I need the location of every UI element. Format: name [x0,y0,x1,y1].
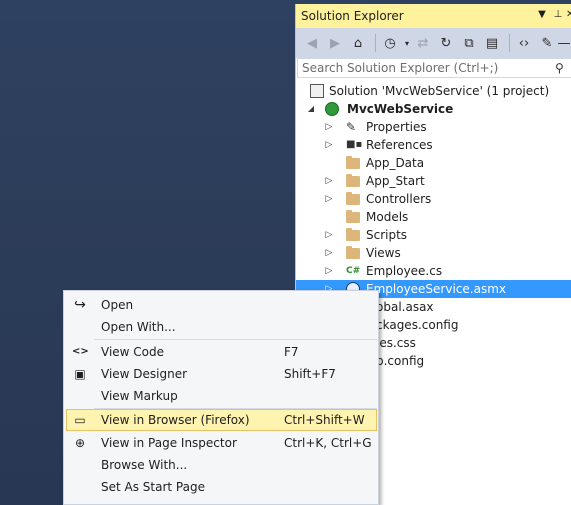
folder-icon [346,210,360,223]
tree-item-app-start[interactable]: ▷ App_Start [296,172,571,190]
search-placeholder: Search Solution Explorer (Ctrl+;) [302,61,499,75]
context-menu: ↪ Open Open With... <> View Code F7 ▣ Vi… [63,290,379,505]
tree-item-label: References [366,138,433,152]
browser-icon: ▭ [74,413,86,427]
forward-icon[interactable]: ▶ [325,33,345,53]
tree-item-label: obal.asax [376,300,434,314]
menu-item-label: Open [101,298,134,312]
dropdown-icon[interactable]: ▼ [535,8,549,22]
menu-item-view-markup[interactable]: View Markup [66,385,377,407]
tree-item-models[interactable]: Models [296,208,571,226]
properties-wrench-icon[interactable]: ✎ [537,33,557,53]
expand-arrow-icon[interactable]: ▷ [324,226,334,244]
tree-item-scripts[interactable]: ▷ Scripts [296,226,571,244]
panel-title: Solution Explorer [301,9,404,23]
menu-item-label: Set As Start Page [101,480,205,494]
menu-item-shortcut: Ctrl+K, Ctrl+G [284,436,372,450]
toolbar-divider [509,34,510,52]
search-box[interactable]: Search Solution Explorer (Ctrl+;) ⚲ [297,58,571,78]
menu-item-shortcut: Ctrl+Shift+W [284,413,365,427]
collapse-arrow-icon[interactable]: ◢ [306,100,316,118]
tree-item-label: Properties [366,120,427,134]
tree-item-references[interactable]: ▷ ■▪ References [296,136,571,154]
tree-item-label: Scripts [366,228,408,242]
folder-icon [346,156,360,169]
menu-item-view-code[interactable]: <> View Code F7 [66,341,377,363]
tree-item-label: Controllers [366,192,432,206]
tree-item-label: EmployeeService.asmx [366,282,506,296]
menu-item-view-in-page-inspector[interactable]: ⊕ View in Page Inspector Ctrl+K, Ctrl+G [66,432,377,454]
sync-icon[interactable]: ⇄ [413,33,433,53]
chevron-down-icon[interactable]: ▾ [403,33,411,53]
expand-arrow-icon[interactable]: ▷ [324,172,334,190]
menu-item-open-with[interactable]: Open With... [66,316,377,338]
menu-item-view-designer[interactable]: ▣ View Designer Shift+F7 [66,363,377,385]
menu-separator [94,339,377,340]
view-code-icon[interactable]: ‹› [514,33,534,53]
tree-item-label: App_Start [366,174,425,188]
tree-item-controllers[interactable]: ▷ Controllers [296,190,571,208]
minus-icon[interactable]: — [558,33,571,53]
tree-item-label: Solution 'MvcWebService' (1 project) [329,84,550,98]
tree-item-label: Views [366,246,401,260]
toolbar-divider [375,34,376,52]
expand-arrow-icon[interactable]: ▷ [324,262,334,280]
folder-icon [346,192,360,205]
solution-explorer-toolbar: ◀ ▶ ⌂ ◷ ▾ ⇄ ↻ ⧉ ▤ ‹› ✎ — [296,28,571,58]
tree-item-label: MvcWebService [347,102,454,116]
menu-item-label: Open With... [101,320,176,334]
menu-item-label: View Designer [101,367,188,381]
solution-explorer-title-bar: Solution Explorer ▼ ⊥ ✕ [296,4,571,28]
menu-item-open[interactable]: ↪ Open [66,294,377,316]
designer-icon: ▣ [74,367,86,381]
menu-item-label: Browse With... [101,458,188,472]
tree-item-label: ckages.config [376,318,459,332]
tree-item-app-data[interactable]: App_Data [296,154,571,172]
menu-item-view-in-browser[interactable]: ▭ View in Browser (Firefox) Ctrl+Shift+W [66,409,377,431]
menu-item-label: View Markup [101,389,178,403]
folder-icon [346,228,360,241]
folder-icon [346,246,360,259]
search-icon[interactable]: ⚲ [555,61,571,75]
back-icon[interactable]: ◀ [302,33,322,53]
menu-item-label: View in Page Inspector [101,436,237,450]
collapse-all-icon[interactable]: ⧉ [459,33,479,53]
menu-item-label: View Code [101,345,165,359]
tree-item-project[interactable]: ◢ MvcWebService [296,100,571,118]
close-icon[interactable]: ✕ [566,8,571,22]
refresh-icon[interactable]: ↻ [436,33,456,53]
pin-icon[interactable]: ⊥ [551,8,565,22]
tree-item-label: b.config [376,354,425,368]
menu-item-shortcut: F7 [284,345,299,359]
tree-item-views[interactable]: ▷ Views [296,244,571,262]
menu-item-set-as-start-page[interactable]: Set As Start Page [66,476,377,498]
wrench-icon: ✎ [346,120,357,134]
menu-item-shortcut: Shift+F7 [284,367,336,381]
folder-icon [346,174,360,187]
tree-item-solution[interactable]: Solution 'MvcWebService' (1 project) [296,82,571,100]
web-project-icon [325,102,339,116]
menu-item-label: View in Browser (Firefox) [101,413,250,427]
tree-item-properties[interactable]: ▷ ✎ Properties [296,118,571,136]
tree-item-label: les.css [376,336,416,350]
home-icon[interactable]: ⌂ [348,33,368,53]
references-icon: ■▪ [346,139,363,150]
tree-item-label: Models [366,210,409,224]
expand-arrow-icon[interactable]: ▷ [324,136,334,154]
menu-item-browse-with[interactable]: Browse With... [66,454,377,476]
tree-item-employee-cs[interactable]: ▷ C# Employee.cs [296,262,571,280]
page-inspector-icon: ⊕ [74,436,86,450]
expand-arrow-icon[interactable]: ▷ [324,118,334,136]
expand-arrow-icon[interactable]: ▷ [324,190,334,208]
solution-icon [310,84,324,98]
open-arrow-icon: ↪ [74,297,86,313]
expand-arrow-icon[interactable]: ▷ [324,244,334,262]
show-all-files-icon[interactable]: ▤ [482,33,502,53]
tree-item-label: Employee.cs [366,264,443,278]
code-icon: <> [72,346,89,357]
csharp-file-icon: C# [346,266,361,276]
tree-item-label: App_Data [366,156,425,170]
pending-changes-filter-icon[interactable]: ◷ [380,33,400,53]
